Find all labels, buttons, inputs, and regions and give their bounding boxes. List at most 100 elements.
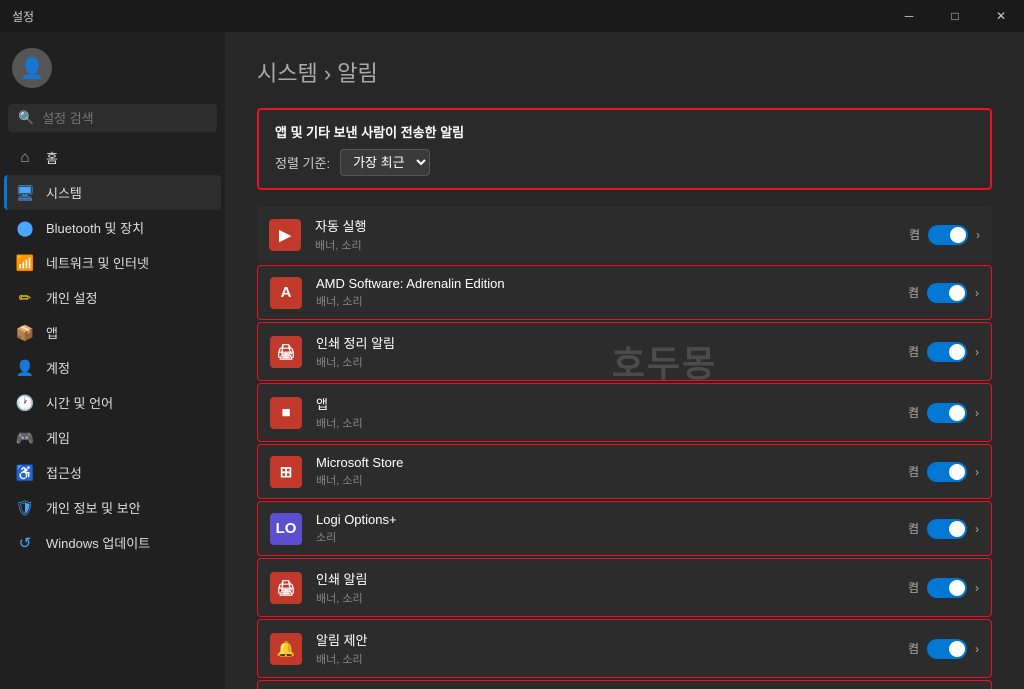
nav-icon-bluetooth: ⬤: [16, 219, 34, 237]
nav-label-system: 시스템: [46, 183, 82, 202]
top-section-title: 앱 및 기타 보낸 사람이 전송한 알림: [275, 122, 974, 141]
sidebar-item-apps[interactable]: 📦앱: [4, 315, 221, 350]
app-icon-ms_store: ⊞: [270, 456, 302, 488]
toggle-logi[interactable]: [927, 519, 967, 539]
notif-sub-autorun: 배너, 소리: [315, 237, 895, 253]
top-section: 앱 및 기타 보낸 사람이 전송한 알림 정렬 기준: 가장 최근: [257, 108, 992, 190]
notif-name-amd: AMD Software: Adrenalin Edition: [316, 276, 894, 291]
close-button[interactable]: ✕: [978, 0, 1024, 32]
sidebar-top: 👤: [0, 40, 225, 104]
main-layout: 👤 🔍 ⌂홈🖥시스템⬤Bluetooth 및 장치📶네트워크 및 인터넷✏개인 …: [0, 32, 1024, 689]
nav-icon-accounts: 👤: [16, 359, 34, 377]
notif-toggle-label-app: 켬: [908, 404, 919, 421]
app-icon-amd: A: [270, 277, 302, 309]
notif-right-amd: 켬 ›: [908, 283, 979, 303]
notif-toggle-label-notif_suggest: 켬: [908, 640, 919, 657]
notif-item-notion_calendar[interactable]: 📅 Notion Calendar 배너, 소리 켬 ›: [257, 680, 992, 689]
sidebar-item-windows_update[interactable]: ↺Windows 업데이트: [4, 525, 221, 560]
notif-right-print_alert: 켬 ›: [908, 578, 979, 598]
notif-sub-notif_suggest: 배너, 소리: [316, 651, 894, 667]
sidebar-item-personalization[interactable]: ✏개인 설정: [4, 280, 221, 315]
sort-select[interactable]: 가장 최근: [340, 149, 430, 176]
toggle-print_alert[interactable]: [927, 578, 967, 598]
search-input[interactable]: [42, 111, 218, 126]
notif-right-notif_suggest: 켬 ›: [908, 639, 979, 659]
notif-right-app: 켬 ›: [908, 403, 979, 423]
notif-name-app: 앱: [316, 394, 894, 413]
notif-sub-print_cleanup: 배너, 소리: [316, 354, 894, 370]
minimize-button[interactable]: ─: [886, 0, 932, 32]
toggle-notif_suggest[interactable]: [927, 639, 967, 659]
toggle-ms_store[interactable]: [927, 462, 967, 482]
app-icon-autorun: ▶: [269, 219, 301, 251]
chevron-print_cleanup: ›: [975, 345, 979, 359]
notif-name-autorun: 자동 실행: [315, 216, 895, 235]
notif-name-ms_store: Microsoft Store: [316, 455, 894, 470]
nav-icon-network: 📶: [16, 254, 34, 272]
sidebar-item-home[interactable]: ⌂홈: [4, 140, 221, 175]
chevron-app: ›: [975, 406, 979, 420]
notif-item-app[interactable]: ■ 앱 배너, 소리 켬 ›: [257, 383, 992, 442]
notif-name-print_alert: 인쇄 알림: [316, 569, 894, 588]
notif-item-notif_suggest[interactable]: 🔔 알림 제안 배너, 소리 켬 ›: [257, 619, 992, 678]
notif-right-print_cleanup: 켬 ›: [908, 342, 979, 362]
chevron-print_alert: ›: [975, 581, 979, 595]
sidebar-nav: ⌂홈🖥시스템⬤Bluetooth 및 장치📶네트워크 및 인터넷✏개인 설정📦앱…: [0, 140, 225, 560]
nav-label-time: 시간 및 언어: [46, 393, 113, 412]
notif-right-logi: 켬 ›: [908, 519, 979, 539]
notif-info-print_alert: 인쇄 알림 배너, 소리: [316, 569, 894, 606]
notif-sub-app: 배너, 소리: [316, 415, 894, 431]
nav-icon-gaming: 🎮: [16, 429, 34, 447]
sort-row: 정렬 기준: 가장 최근: [275, 149, 974, 176]
sidebar: 👤 🔍 ⌂홈🖥시스템⬤Bluetooth 및 장치📶네트워크 및 인터넷✏개인 …: [0, 32, 225, 689]
nav-label-privacy: 개인 정보 및 보안: [46, 498, 141, 517]
content-area: 시스템 › 알림 앱 및 기타 보낸 사람이 전송한 알림 정렬 기준: 가장 …: [225, 32, 1024, 689]
toggle-print_cleanup[interactable]: [927, 342, 967, 362]
sort-label: 정렬 기준:: [275, 153, 330, 172]
notif-item-autorun[interactable]: ▶ 자동 실행 배너, 소리 켬 ›: [257, 206, 992, 263]
nav-label-windows_update: Windows 업데이트: [46, 533, 150, 552]
sidebar-item-gaming[interactable]: 🎮게임: [4, 420, 221, 455]
toggle-app[interactable]: [927, 403, 967, 423]
sidebar-item-time[interactable]: 🕐시간 및 언어: [4, 385, 221, 420]
chevron-notif_suggest: ›: [975, 642, 979, 656]
notif-sub-ms_store: 배너, 소리: [316, 472, 894, 488]
notif-name-print_cleanup: 인쇄 정리 알림: [316, 333, 894, 352]
titlebar-title: 설정: [12, 8, 34, 25]
toggle-autorun[interactable]: [928, 225, 968, 245]
nav-icon-home: ⌂: [16, 149, 34, 167]
app-icon-app: ■: [270, 397, 302, 429]
notif-item-print_cleanup[interactable]: 🖨 인쇄 정리 알림 배너, 소리 켬 ›: [257, 322, 992, 381]
breadcrumb: 시스템 › 알림: [257, 56, 992, 88]
notif-item-ms_store[interactable]: ⊞ Microsoft Store 배너, 소리 켬 ›: [257, 444, 992, 499]
sidebar-item-accounts[interactable]: 👤 계정: [4, 350, 221, 385]
app-icon-print_alert: 🖨: [270, 572, 302, 604]
notif-info-autorun: 자동 실행 배너, 소리: [315, 216, 895, 253]
notif-item-amd[interactable]: A AMD Software: Adrenalin Edition 배너, 소리…: [257, 265, 992, 320]
notif-info-print_cleanup: 인쇄 정리 알림 배너, 소리: [316, 333, 894, 370]
app-icon-notif_suggest: 🔔: [270, 633, 302, 665]
notif-info-notif_suggest: 알림 제안 배너, 소리: [316, 630, 894, 667]
nav-label-network: 네트워크 및 인터넷: [46, 253, 149, 272]
search-icon: 🔍: [18, 110, 34, 126]
nav-icon-privacy: 🛡: [16, 499, 34, 517]
sidebar-item-network[interactable]: 📶 네트워크 및 인터넷: [4, 245, 221, 280]
sidebar-item-privacy[interactable]: 🛡 개인 정보 및 보안: [4, 490, 221, 525]
sidebar-item-accessibility[interactable]: ♿접근성: [4, 455, 221, 490]
nav-label-home: 홈: [46, 148, 58, 167]
toggle-amd[interactable]: [927, 283, 967, 303]
app-icon-logi: LO: [270, 513, 302, 545]
notif-right-autorun: 켬 ›: [909, 225, 980, 245]
notif-item-logi[interactable]: LO Logi Options+ 소리 켬 ›: [257, 501, 992, 556]
sidebar-item-system[interactable]: 🖥시스템: [4, 175, 221, 210]
notification-list: ▶ 자동 실행 배너, 소리 켬 › A AMD Software: Adren…: [257, 206, 992, 689]
notif-toggle-label-amd: 켬: [908, 284, 919, 301]
maximize-button[interactable]: □: [932, 0, 978, 32]
notif-item-print_alert[interactable]: 🖨 인쇄 알림 배너, 소리 켬 ›: [257, 558, 992, 617]
nav-label-accounts: 계정: [46, 358, 70, 377]
avatar[interactable]: 👤: [12, 48, 52, 88]
search-box[interactable]: 🔍: [8, 104, 217, 132]
chevron-amd: ›: [975, 286, 979, 300]
notif-info-ms_store: Microsoft Store 배너, 소리: [316, 455, 894, 488]
sidebar-item-bluetooth[interactable]: ⬤Bluetooth 및 장치: [4, 210, 221, 245]
